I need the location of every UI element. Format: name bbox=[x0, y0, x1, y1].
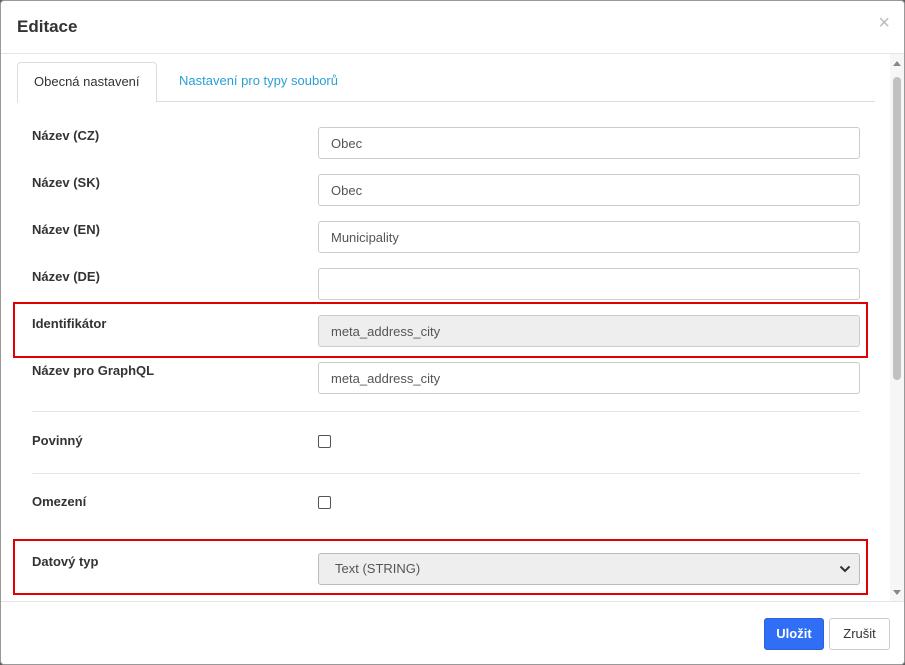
dialog-footer: Uložit Zrušit bbox=[1, 601, 904, 664]
save-button[interactable]: Uložit bbox=[764, 618, 824, 650]
tab-general-settings[interactable]: Obecná nastavení bbox=[17, 62, 157, 103]
dialog-title: Editace bbox=[17, 17, 78, 36]
close-icon[interactable]: × bbox=[878, 13, 890, 33]
data-type-label: Datový typ bbox=[32, 554, 99, 569]
name-de-label: Název (DE) bbox=[32, 269, 100, 284]
form-row-graphql-name: Název pro GraphQL bbox=[32, 362, 860, 394]
name-cz-label: Název (CZ) bbox=[32, 128, 100, 143]
data-type-select[interactable]: Text (STRING) bbox=[318, 553, 860, 585]
form-row-name-en: Název (EN) bbox=[32, 221, 860, 253]
chevron-down-icon bbox=[839, 565, 851, 573]
restriction-checkbox[interactable] bbox=[318, 496, 331, 509]
name-en-label: Název (EN) bbox=[32, 222, 100, 237]
name-en-input[interactable] bbox=[318, 221, 860, 253]
form-row-name-cz: Název (CZ) bbox=[32, 127, 860, 159]
cancel-button[interactable]: Zrušit bbox=[829, 618, 890, 650]
tab-bar: Obecná nastavení Nastavení pro typy soub… bbox=[17, 62, 875, 103]
scrollbar-thumb[interactable] bbox=[893, 77, 901, 380]
restriction-label: Omezení bbox=[32, 494, 87, 509]
scrollbar[interactable] bbox=[890, 54, 904, 601]
identifier-label: Identifikátor bbox=[32, 316, 107, 331]
form-row-restriction: Omezení bbox=[32, 494, 860, 514]
graphql-name-label: Název pro GraphQL bbox=[32, 363, 155, 378]
required-checkbox[interactable] bbox=[318, 435, 331, 448]
name-sk-input[interactable] bbox=[318, 174, 860, 206]
form-row-name-de: Název (DE) bbox=[32, 268, 860, 300]
graphql-name-input[interactable] bbox=[318, 362, 860, 394]
data-type-selected-value: Text (STRING) bbox=[335, 561, 421, 576]
dialog-body: Obecná nastavení Nastavení pro typy soub… bbox=[1, 54, 904, 601]
edit-dialog: Editace × Obecná nastavení Nastavení pro… bbox=[0, 0, 905, 665]
tab-file-type-settings[interactable]: Nastavení pro typy souborů bbox=[163, 62, 354, 102]
divider bbox=[32, 473, 860, 474]
form-row-name-sk: Název (SK) bbox=[32, 174, 860, 206]
required-label: Povinný bbox=[32, 433, 83, 448]
form-row-required: Povinný bbox=[32, 433, 860, 453]
scroll-up-arrow-icon[interactable] bbox=[893, 61, 901, 66]
scroll-down-arrow-icon[interactable] bbox=[893, 590, 901, 595]
name-de-input[interactable] bbox=[318, 268, 860, 300]
name-sk-label: Název (SK) bbox=[32, 175, 100, 190]
identifier-input bbox=[318, 315, 860, 347]
form-row-identifier: Identifikátor bbox=[32, 315, 860, 347]
form-row-data-type: Datový typ Text (STRING) bbox=[32, 553, 860, 585]
divider bbox=[32, 411, 860, 412]
dialog-header: Editace × bbox=[1, 1, 904, 54]
name-cz-input[interactable] bbox=[318, 127, 860, 159]
